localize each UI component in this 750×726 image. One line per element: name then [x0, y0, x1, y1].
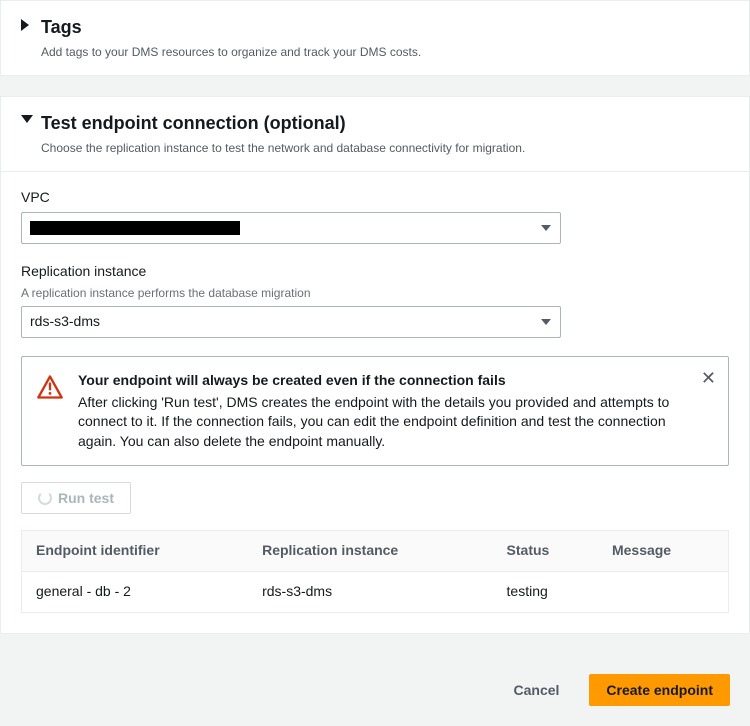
- vpc-value-redacted: [30, 221, 240, 235]
- warning-icon: [36, 373, 64, 451]
- test-title: Test endpoint connection (optional): [41, 111, 729, 136]
- cell-message: [598, 571, 729, 612]
- replication-instance-hint: A replication instance performs the data…: [21, 285, 729, 302]
- replication-instance-select[interactable]: rds-s3-dms: [21, 306, 561, 338]
- create-endpoint-button[interactable]: Create endpoint: [589, 674, 730, 706]
- caret-right-icon[interactable]: [21, 19, 31, 31]
- run-test-label: Run test: [58, 490, 114, 506]
- alert-body: After clicking 'Run test', DMS creates t…: [78, 393, 688, 452]
- vpc-label: VPC: [21, 188, 729, 208]
- table-row: general - db - 2 rds-s3-dms testing: [22, 571, 729, 612]
- test-subtitle: Choose the replication instance to test …: [41, 140, 729, 157]
- footer-actions: Cancel Create endpoint: [0, 654, 750, 726]
- alert-title: Your endpoint will always be created eve…: [78, 371, 688, 391]
- col-message: Message: [598, 531, 729, 572]
- test-results-table: Endpoint identifier Replication instance…: [21, 530, 729, 612]
- col-endpoint-identifier: Endpoint identifier: [22, 531, 249, 572]
- tags-panel: Tags Add tags to your DMS resources to o…: [0, 0, 750, 76]
- run-test-button[interactable]: Run test: [21, 482, 131, 514]
- col-status: Status: [493, 531, 598, 572]
- tags-subtitle: Add tags to your DMS resources to organi…: [41, 44, 729, 61]
- close-icon[interactable]: ✕: [701, 369, 716, 387]
- tags-title: Tags: [41, 15, 729, 40]
- test-endpoint-panel: Test endpoint connection (optional) Choo…: [0, 96, 750, 634]
- cell-status: testing: [493, 571, 598, 612]
- table-header-row: Endpoint identifier Replication instance…: [22, 531, 729, 572]
- replication-instance-value: rds-s3-dms: [30, 312, 100, 332]
- cancel-button[interactable]: Cancel: [498, 674, 576, 706]
- spinner-icon: [38, 491, 52, 505]
- cell-endpoint-identifier: general - db - 2: [22, 571, 249, 612]
- vpc-select[interactable]: [21, 212, 561, 244]
- cell-replication-instance: rds-s3-dms: [248, 571, 492, 612]
- col-replication-instance: Replication instance: [248, 531, 492, 572]
- replication-instance-label: Replication instance: [21, 262, 729, 282]
- connection-warning-alert: Your endpoint will always be created eve…: [21, 356, 729, 466]
- caret-down-icon[interactable]: [21, 115, 31, 123]
